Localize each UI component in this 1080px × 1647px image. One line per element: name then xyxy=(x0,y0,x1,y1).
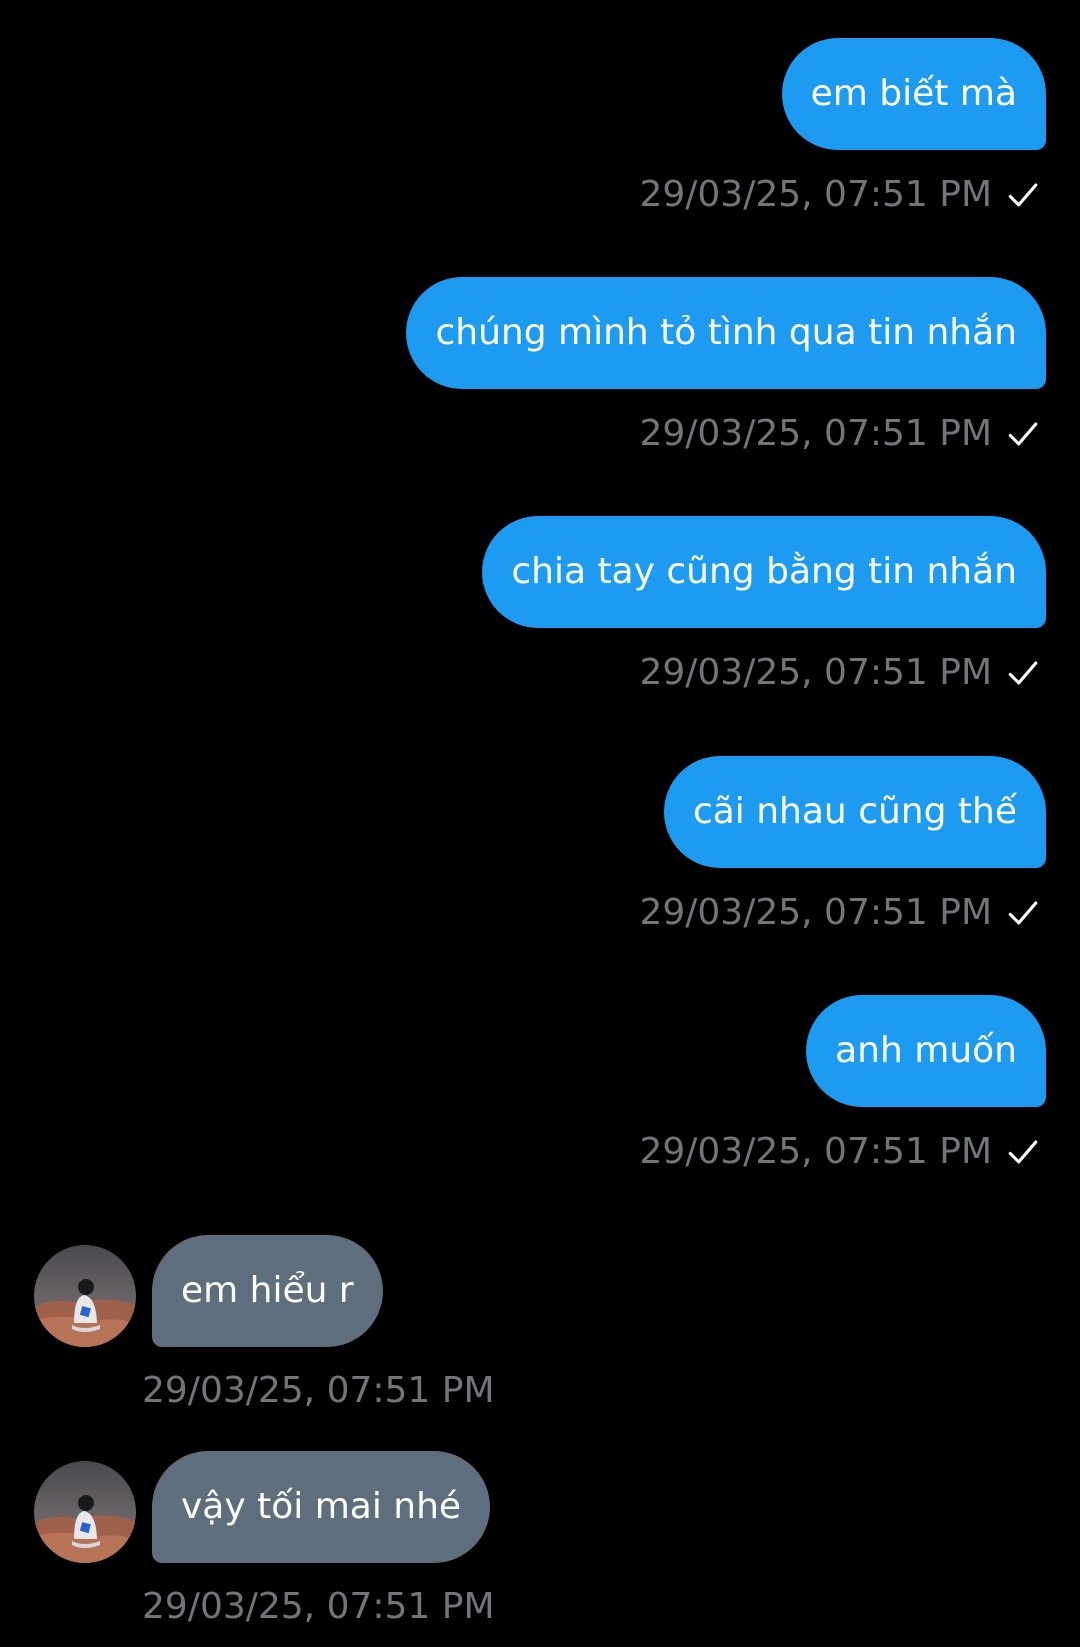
message-bubble[interactable]: cãi nhau cũng thế xyxy=(663,756,1046,868)
check-icon xyxy=(1008,422,1038,446)
message-bubble[interactable]: chia tay cũng bằng tin nhắn xyxy=(482,516,1046,628)
message-timestamp: 29/03/25, 07:51 PM xyxy=(639,892,992,933)
avatar-icon[interactable] xyxy=(34,1245,136,1347)
message-meta: 29/03/25, 07:51 PM xyxy=(639,409,1040,459)
message-meta: 29/03/25, 07:51 PM xyxy=(639,170,1040,220)
message-bubble[interactable]: em hiểu r xyxy=(152,1235,383,1347)
message-bubble[interactable]: vậy tối mai nhé xyxy=(152,1451,491,1563)
message-timestamp: 29/03/25, 07:51 PM xyxy=(639,174,992,215)
message-meta: 29/03/25, 07:51 PM xyxy=(639,888,1040,938)
message-timestamp: 29/03/25, 07:51 PM xyxy=(639,413,992,454)
avatar-icon[interactable] xyxy=(34,1461,136,1563)
check-icon xyxy=(1008,901,1038,925)
message-bubble[interactable]: chúng mình tỏ tình qua tin nhắn xyxy=(406,277,1046,389)
message-bubble[interactable]: anh muốn xyxy=(806,995,1046,1107)
check-icon xyxy=(1008,1140,1038,1164)
message-meta: 29/03/25, 07:51 PM xyxy=(639,1127,1040,1177)
check-icon xyxy=(1008,661,1038,685)
chat-thread: em biết mà 29/03/25, 07:51 PM chúng mình… xyxy=(0,0,1080,1647)
message-timestamp: 29/03/25, 07:51 PM xyxy=(639,652,992,693)
message-timestamp: 29/03/25, 07:51 PM xyxy=(142,1370,495,1411)
message-bubble[interactable]: em biết mà xyxy=(781,38,1046,150)
message-meta: 29/03/25, 07:51 PM xyxy=(639,648,1040,698)
message-timestamp: 29/03/25, 07:51 PM xyxy=(639,1131,992,1172)
message-timestamp: 29/03/25, 07:51 PM xyxy=(142,1586,495,1627)
check-icon xyxy=(1008,183,1038,207)
